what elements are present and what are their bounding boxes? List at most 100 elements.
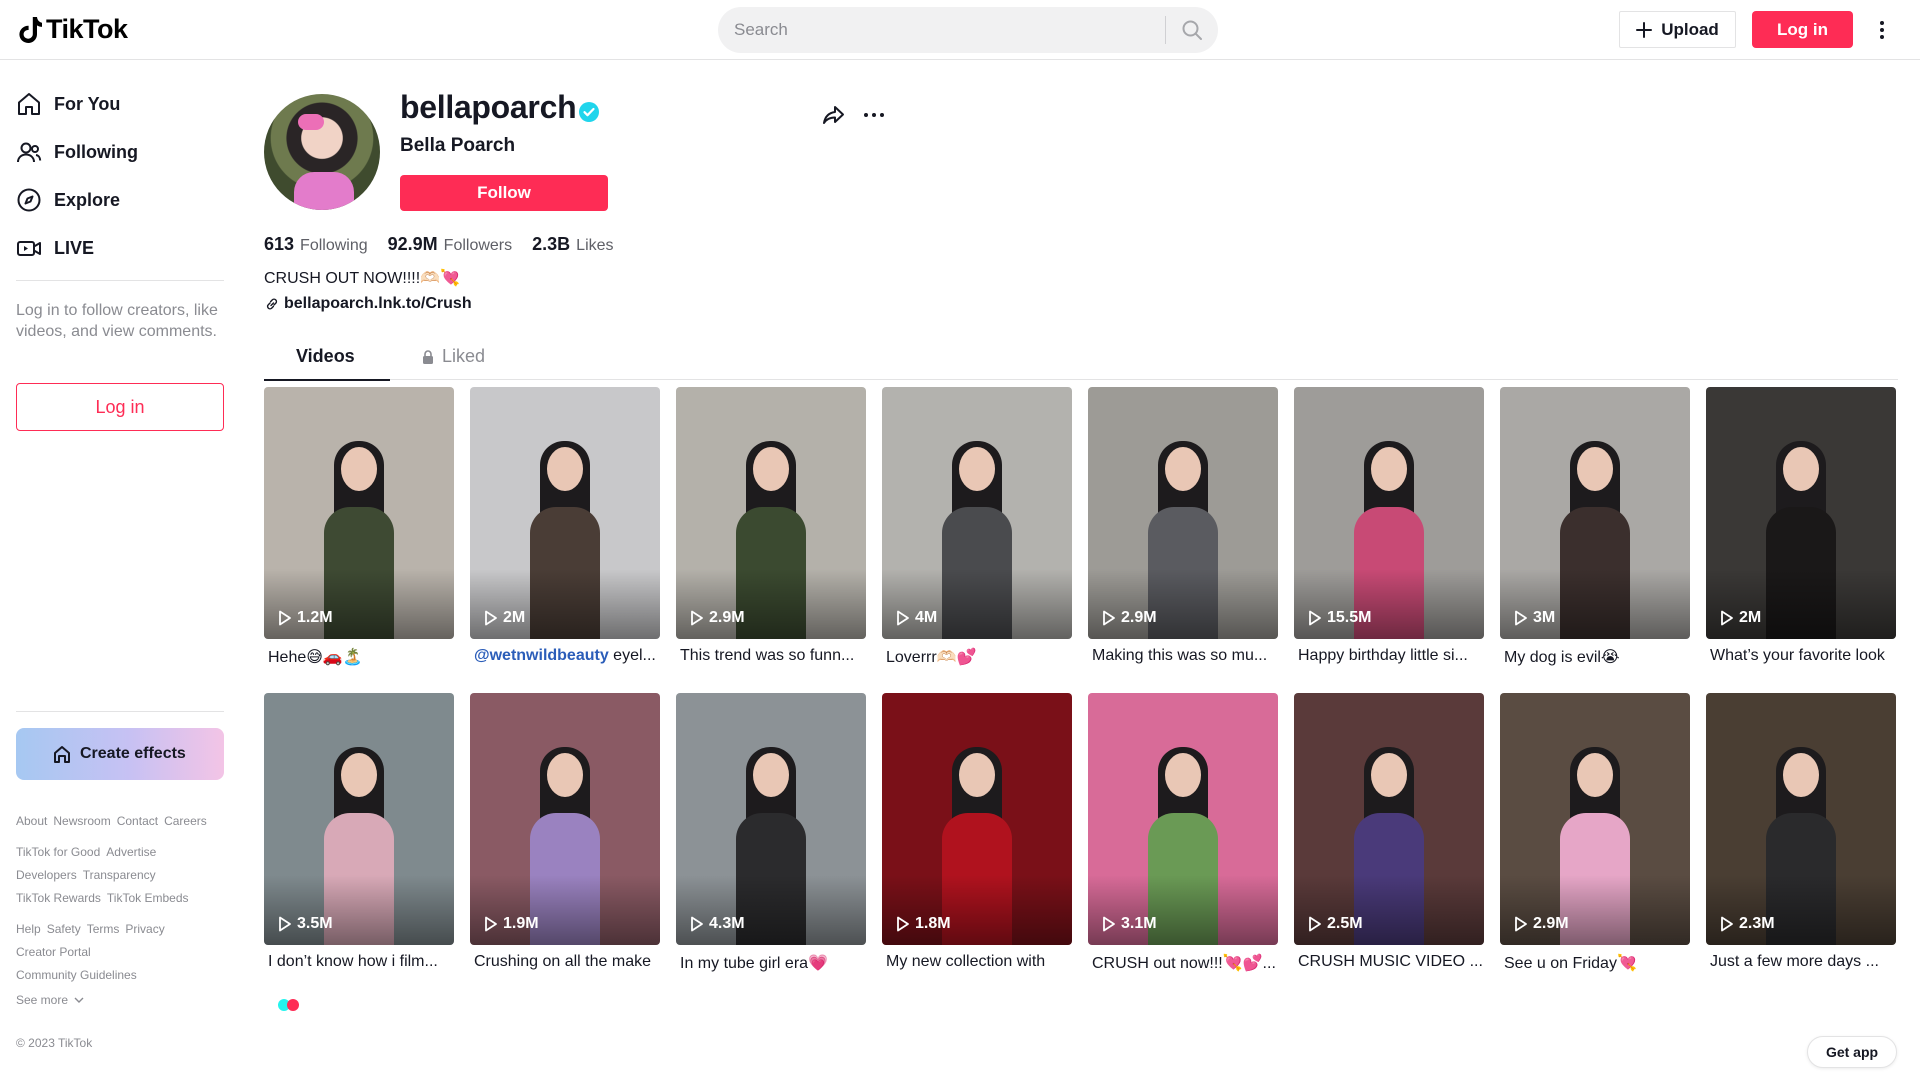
link-icon — [266, 298, 278, 310]
stat-label: Likes — [576, 237, 614, 254]
video-card[interactable]: 2.9M This trend was so funn... — [676, 387, 866, 665]
see-more-toggle[interactable]: See more — [16, 993, 84, 1007]
sidebar-item-following[interactable]: Following — [16, 136, 138, 168]
video-card[interactable]: 3M My dog is evil😭 — [1500, 387, 1690, 667]
footer-link[interactable]: Community Guidelines — [16, 968, 137, 982]
search-button[interactable] — [1166, 7, 1218, 53]
video-card[interactable]: 4.3M In my tube girl era💗 — [676, 693, 866, 973]
footer-link[interactable]: TikTok for Good — [16, 845, 100, 859]
video-thumbnail[interactable]: 2.9M — [676, 387, 866, 639]
more-options-icon[interactable] — [1870, 15, 1894, 45]
view-count-value: 2.9M — [1121, 609, 1157, 626]
video-card[interactable]: 3.1M CRUSH out now!!!💘💕... — [1088, 693, 1278, 973]
tab-liked[interactable]: Liked — [420, 346, 485, 367]
video-card[interactable]: 2.9M See u on Friday💘 — [1500, 693, 1690, 973]
likes-stat: 2.3B Likes — [532, 234, 613, 255]
footer-link[interactable]: TikTok Embeds — [107, 891, 189, 905]
video-thumbnail[interactable]: 4M — [882, 387, 1072, 639]
follow-button[interactable]: Follow — [400, 175, 608, 211]
video-thumbnail[interactable]: 2M — [470, 387, 660, 639]
video-thumbnail[interactable]: 2M — [1706, 387, 1896, 639]
caption-text: Loverrr🫶🏻💕 — [886, 649, 977, 666]
footer-link[interactable]: Help — [16, 922, 41, 936]
video-thumbnail[interactable]: 4.3M — [676, 693, 866, 945]
video-caption: Hehe😅🚗🏝️ — [264, 647, 454, 667]
view-count-value: 3.1M — [1121, 915, 1157, 932]
tab-videos[interactable]: Videos — [296, 346, 355, 367]
compass-icon — [17, 188, 41, 212]
following-stat[interactable]: 613 Following — [264, 234, 368, 255]
view-count-value: 2.3M — [1739, 915, 1775, 932]
video-thumbnail[interactable]: 2.3M — [1706, 693, 1896, 945]
video-thumbnail[interactable]: 1.8M — [882, 693, 1072, 945]
sidebar-item-label: For You — [54, 93, 121, 114]
footer-link[interactable]: About — [16, 814, 47, 828]
footer-link[interactable]: Terms — [87, 922, 120, 936]
play-icon — [1309, 916, 1321, 932]
video-thumbnail[interactable]: 2.5M — [1294, 693, 1484, 945]
video-thumbnail[interactable]: 15.5M — [1294, 387, 1484, 639]
footer-link[interactable]: Advertise — [106, 845, 156, 859]
video-card[interactable]: 2M What’s your favorite look — [1706, 387, 1896, 665]
caption-text: Hehe😅🚗🏝️ — [268, 649, 363, 666]
stat-value: 92.9M — [387, 234, 438, 254]
video-card[interactable]: 1.2M Hehe😅🚗🏝️ — [264, 387, 454, 667]
create-effects-button[interactable]: Create effects — [16, 728, 224, 780]
sidebar-login-button[interactable]: Log in — [16, 383, 224, 431]
sidebar-item-explore[interactable]: Explore — [16, 184, 120, 216]
get-app-button[interactable]: Get app — [1807, 1036, 1897, 1068]
video-thumbnail[interactable]: 3.5M — [264, 693, 454, 945]
footer-link[interactable]: TikTok Rewards — [16, 891, 101, 905]
search-icon — [1182, 20, 1202, 40]
lock-icon — [423, 349, 433, 364]
followers-stat[interactable]: 92.9M Followers — [388, 234, 513, 255]
video-card[interactable]: 1.9M Crushing on all the make — [470, 693, 660, 971]
video-card[interactable]: 2M @wetnwildbeauty eyel... — [470, 387, 660, 665]
video-card[interactable]: 3.5M I don’t know how i film... — [264, 693, 454, 971]
tiktok-logo[interactable]: TikTok — [16, 14, 128, 45]
video-thumbnail[interactable]: 2.9M — [1500, 693, 1690, 945]
video-card[interactable]: 2.3M Just a few more days ... — [1706, 693, 1896, 971]
caption-mention[interactable]: @wetnwildbeauty — [474, 647, 609, 664]
footer-link[interactable]: Transparency — [83, 868, 156, 882]
tab-label: Liked — [442, 346, 486, 366]
video-card[interactable]: 2.5M CRUSH MUSIC VIDEO ... — [1294, 693, 1484, 971]
video-thumbnail[interactable]: 1.9M — [470, 693, 660, 945]
video-thumbnail[interactable]: 2.9M — [1088, 387, 1278, 639]
video-caption: CRUSH out now!!!💘💕... — [1088, 953, 1278, 973]
footer-link[interactable]: Newsroom — [53, 814, 110, 828]
share-icon[interactable] — [820, 102, 846, 128]
footer-links-row: Developers Transparency — [16, 868, 156, 882]
footer-link[interactable]: Privacy — [125, 922, 164, 936]
profile-more-icon[interactable] — [860, 102, 888, 128]
logo-text: TikTok — [46, 14, 128, 44]
search-input[interactable] — [718, 7, 1165, 53]
loading-dots — [278, 999, 299, 1011]
footer-link[interactable]: Creator Portal — [16, 945, 91, 959]
thumbnail-shade — [1088, 569, 1278, 639]
video-card[interactable]: 2.9M Making this was so mu... — [1088, 387, 1278, 665]
upload-button[interactable]: Upload — [1619, 11, 1736, 48]
header-login-button[interactable]: Log in — [1752, 11, 1853, 48]
video-card[interactable]: 15.5M Happy birthday little si... — [1294, 387, 1484, 665]
footer-link[interactable]: Developers — [16, 868, 77, 882]
video-thumbnail[interactable]: 3M — [1500, 387, 1690, 639]
stat-label: Followers — [443, 237, 513, 254]
video-card[interactable]: 1.8M My new collection with — [882, 693, 1072, 971]
sidebar-item-for-you[interactable]: For You — [16, 88, 120, 120]
footer-links-row: Creator Portal — [16, 945, 91, 959]
view-count: 2.9M — [690, 609, 745, 627]
profile-link[interactable]: bellapoarch.lnk.to/Crush — [264, 295, 472, 313]
view-count: 2.5M — [1308, 915, 1363, 933]
video-thumbnail[interactable]: 3.1M — [1088, 693, 1278, 945]
footer-link[interactable]: Safety — [47, 922, 81, 936]
profile-display-name: Bella Poarch — [400, 135, 516, 156]
video-card[interactable]: 4M Loverrr🫶🏻💕 — [882, 387, 1072, 667]
thumbnail-shade — [882, 569, 1072, 639]
footer-link[interactable]: Careers — [164, 814, 207, 828]
sidebar-item-live[interactable]: LIVE — [16, 232, 94, 264]
caption-text: I don’t know how i film... — [268, 953, 438, 970]
footer-link[interactable]: Contact — [117, 814, 158, 828]
view-count: 2.9M — [1102, 609, 1157, 627]
video-thumbnail[interactable]: 1.2M — [264, 387, 454, 639]
